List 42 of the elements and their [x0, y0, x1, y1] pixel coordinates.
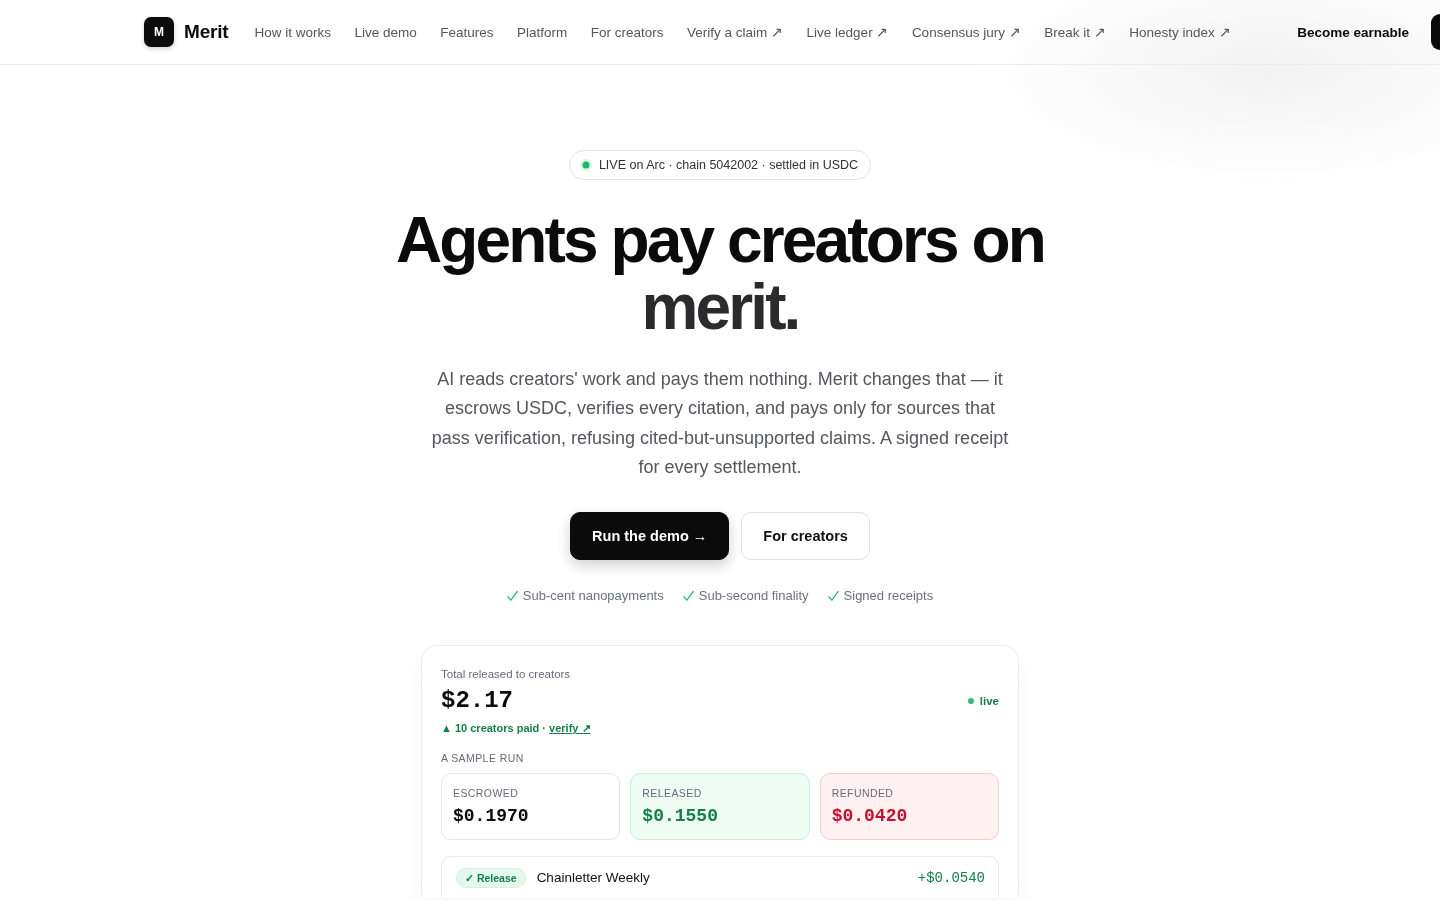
brand-name[interactable]: Merit [184, 21, 229, 43]
nav-link[interactable]: Break it ↗ [1044, 24, 1106, 40]
hero-headline: Agents pay creators on merit. [395, 207, 1045, 341]
nav-link[interactable]: For creators [590, 24, 664, 40]
stat-label: ESCROWED [453, 786, 519, 801]
feature-text: Sub-second finality [698, 588, 809, 604]
card-title: Total released to creators [441, 667, 572, 683]
nav-link[interactable]: Platform [517, 24, 568, 40]
source-name: Chainletter Weekly [536, 870, 650, 886]
status-dot-icon [967, 698, 974, 705]
become-earnable-link[interactable]: Become earnable [1297, 24, 1409, 40]
status-dot-icon [579, 159, 592, 171]
for-creators-button[interactable]: For creators [741, 512, 870, 561]
check-icon [827, 589, 839, 602]
nav-link[interactable]: How it works [254, 24, 331, 40]
stat-value: $0.0420 [831, 805, 908, 829]
nav-link[interactable]: Live demo [354, 24, 417, 40]
feature-text: Sub-cent nanopayments [522, 588, 664, 604]
nav-link[interactable]: Honesty index ↗ [1129, 24, 1231, 40]
status-badge: ✓ Release [456, 867, 526, 888]
stat-value: $0.1550 [642, 805, 718, 829]
verify-link[interactable]: verify ↗ [549, 722, 591, 735]
check-icon [506, 589, 518, 602]
nav-link[interactable]: Verify a claim ↗ [687, 24, 784, 40]
live-status-text: LIVE on Arc · chain 5042002 · settled in USDC [598, 158, 859, 172]
feature-text: Signed receipts [843, 588, 934, 604]
nav-link[interactable]: Live ledger ↗ [806, 24, 889, 40]
nav-link[interactable]: Features [440, 24, 494, 40]
total-amount: $2.17 [441, 686, 513, 717]
logo-mark[interactable]: M [144, 17, 174, 47]
run-demo-button[interactable]: Run the demo → [570, 512, 730, 561]
check-icon [682, 589, 694, 602]
stat-value: $0.1970 [453, 805, 529, 829]
live-label: live [979, 695, 999, 708]
stat-label: RELEASED [642, 786, 702, 801]
hero-description: AI reads creators' work and pays them nothing. Merit changes that — it escrows USDC, verifies every citation, and pays only for sources that pass verification, refusing cited-but-unsupported claims. A signed receipt for every settlement. [430, 368, 1010, 479]
payment-amount: +$0.0540 [917, 869, 985, 886]
creators-paid-note: ▲ 10 creators paid · verify ↗ [441, 721, 592, 737]
nav-link[interactable]: Consensus jury ↗ [911, 24, 1021, 40]
stat-label: REFUNDED [831, 786, 894, 801]
dark-button[interactable] [1431, 14, 1440, 50]
section-label: A SAMPLE RUN [441, 751, 525, 766]
